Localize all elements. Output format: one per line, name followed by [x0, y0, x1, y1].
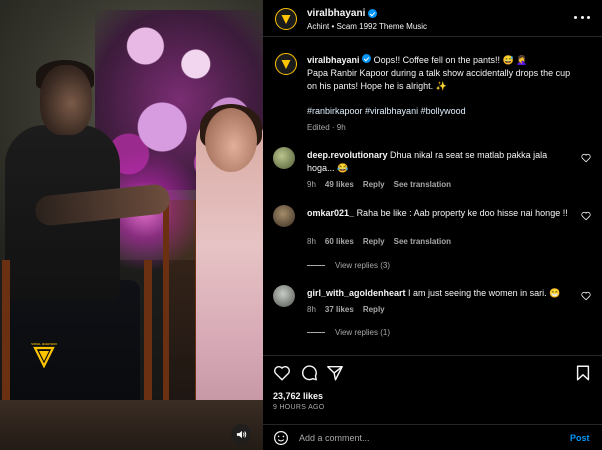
comment-meta: 8h 37 likes Reply [307, 305, 385, 314]
caption-username[interactable]: viralbhayani [307, 55, 360, 65]
post-comment-button[interactable]: Post [570, 433, 590, 443]
see-translation-link[interactable]: See translation [394, 237, 451, 246]
post-header: viralbhayani Achint • Scam 1992 Theme Mu… [263, 0, 602, 37]
verified-badge-icon [362, 54, 372, 63]
comment-body: I am just seeing the women in sari. 😁 [408, 288, 561, 298]
commenter-avatar[interactable] [273, 285, 295, 307]
bookmark-icon[interactable] [574, 364, 592, 382]
reply-button[interactable]: Reply [363, 237, 385, 246]
man-head [40, 65, 92, 135]
comment-likes[interactable]: 49 likes [325, 180, 354, 189]
author-username[interactable]: viralbhayani [307, 8, 365, 19]
caption-line-1: Oops!! Coffee fell on the pants!! 😅 🤦‍♀️ [373, 55, 528, 65]
viral-bhayani-logo-icon [33, 346, 55, 368]
post-time: 9 HOURS AGO [273, 404, 325, 411]
comment-meta: 9h 49 likes Reply See translation [307, 180, 451, 189]
viral-bhayani-logo-icon [281, 60, 291, 69]
audio-line[interactable]: Achint • Scam 1992 Theme Music [307, 22, 427, 31]
post-actions-bar [263, 355, 602, 385]
dot-icon [574, 15, 577, 19]
reply-button[interactable]: Reply [363, 180, 385, 189]
comment-time: 8h [307, 305, 316, 314]
like-comment-heart-icon[interactable] [581, 153, 591, 163]
like-comment-heart-icon[interactable] [581, 211, 591, 221]
mute-button[interactable] [231, 424, 251, 444]
author-name[interactable]: viralbhayani [307, 8, 378, 19]
comment-text: girl_with_agoldenheart I am just seeing … [307, 287, 569, 300]
dot-icon [580, 15, 584, 19]
post-details-panel: viralbhayani Achint • Scam 1992 Theme Mu… [263, 0, 602, 450]
comment-likes[interactable]: 60 likes [325, 237, 354, 246]
comment-text: omkar021_ Raha be like : Aab property ke… [307, 207, 569, 220]
comment-time: 9h [307, 180, 316, 189]
add-comment-input[interactable] [299, 430, 549, 446]
comment-body: Raha be like : Aab property ke doo hisse… [356, 208, 568, 218]
commenter-username[interactable]: deep.revolutionary [307, 150, 388, 160]
verified-badge-icon [368, 9, 378, 18]
comment-text: deep.revolutionary Dhua nikal ra seat se… [307, 149, 569, 175]
see-translation-link[interactable]: See translation [394, 180, 451, 189]
woman-head [205, 108, 257, 172]
commenter-avatar[interactable] [273, 147, 295, 169]
commenter-avatar[interactable] [273, 205, 295, 227]
floor [0, 400, 263, 450]
caption-avatar[interactable] [275, 53, 297, 75]
view-replies-label[interactable]: View replies (3) [335, 261, 390, 270]
like-count[interactable]: 23,762 likes [273, 391, 323, 401]
view-replies-label[interactable]: View replies (1) [335, 328, 390, 337]
share-paper-plane-icon[interactable] [326, 364, 344, 382]
like-comment-heart-icon[interactable] [581, 291, 591, 301]
reply-button[interactable]: Reply [363, 305, 385, 314]
speaker-icon [236, 430, 246, 438]
divider-line [307, 332, 325, 333]
like-heart-icon[interactable] [273, 364, 291, 382]
post-video[interactable]: VIRAL BHAYANI [0, 0, 263, 450]
view-replies-button[interactable]: View replies (1) [307, 328, 390, 337]
commenter-username[interactable]: omkar021_ [307, 208, 354, 218]
emoji-smiley-icon[interactable] [273, 430, 289, 446]
dot-icon [587, 15, 590, 19]
divider-line [307, 265, 325, 266]
comment-composer: Post [263, 424, 602, 450]
more-options-button[interactable] [574, 10, 590, 24]
view-replies-button[interactable]: View replies (3) [307, 261, 390, 270]
caption-text: viralbhayani Oops!! Coffee fell on the p… [307, 54, 577, 93]
edited-timestamp: Edited · 9h [307, 123, 346, 132]
caption-line-2: Papa Ranbir Kapoor during a talk show ac… [307, 68, 571, 91]
commenter-username[interactable]: girl_with_agoldenheart [307, 288, 406, 298]
author-avatar[interactable] [275, 8, 297, 30]
caption-hashtags[interactable]: #ranbirkapoor #viralbhayani #bollywood [307, 106, 466, 116]
viral-bhayani-logo-icon [281, 15, 291, 24]
comment-meta: 8h 60 likes Reply See translation [307, 237, 451, 246]
comment-bubble-icon[interactable] [300, 364, 318, 382]
comment-likes[interactable]: 37 likes [325, 305, 354, 314]
comment-time: 8h [307, 237, 316, 246]
